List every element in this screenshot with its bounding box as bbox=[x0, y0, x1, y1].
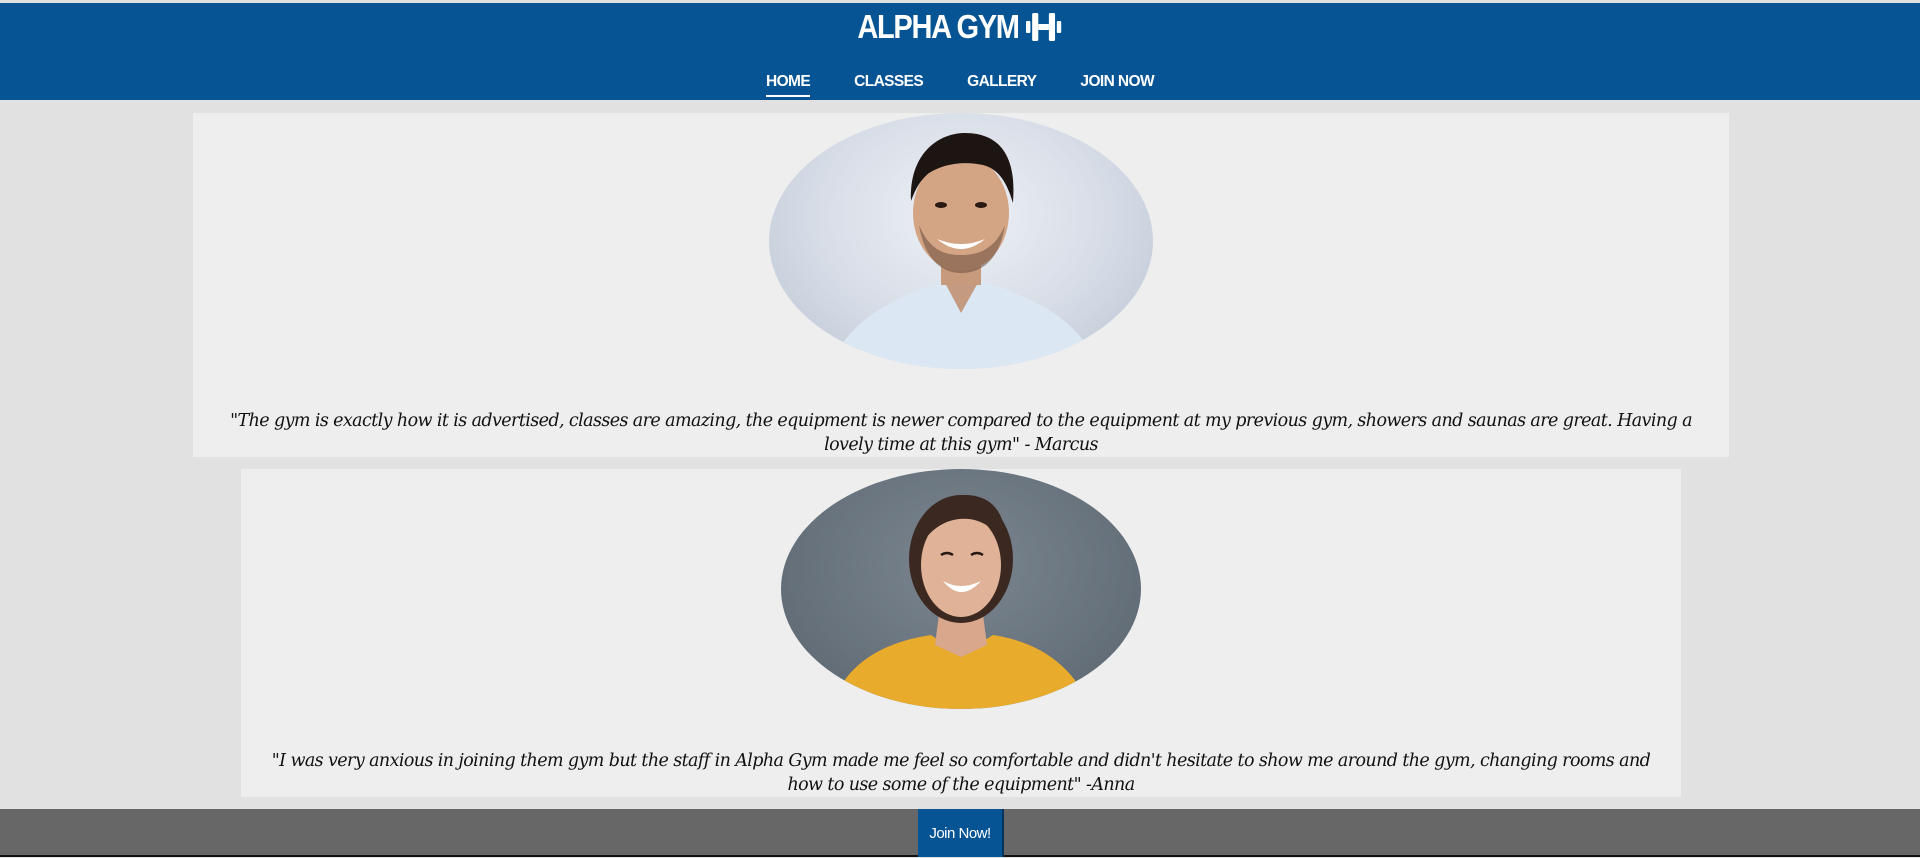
nav-join-now[interactable]: JOIN NOW bbox=[1080, 73, 1154, 97]
nav-home[interactable]: HOME bbox=[766, 73, 811, 97]
brand-logo[interactable]: ALPHA GYM bbox=[115, 8, 1805, 46]
testimonial-quote-anna: "I was very anxious in joining them gym … bbox=[271, 750, 1651, 795]
testimonial-photo-anna bbox=[781, 469, 1141, 709]
brand-title: ALPHA GYM bbox=[857, 8, 1020, 45]
testimonial-card-anna: "I was very anxious in joining them gym … bbox=[241, 469, 1681, 797]
join-now-button[interactable]: Join Now! bbox=[918, 809, 1004, 857]
testimonial-card-marcus: "The gym is exactly how it is advertised… bbox=[193, 113, 1729, 457]
nav-classes[interactable]: CLASSES bbox=[854, 73, 924, 97]
nav-gallery[interactable]: GALLERY bbox=[967, 73, 1037, 97]
main-nav: HOME CLASSES GALLERY JOIN NOW bbox=[0, 73, 1920, 97]
dumbbell-icon bbox=[1024, 10, 1063, 44]
testimonial-quote-marcus: "The gym is exactly how it is advertised… bbox=[230, 410, 1692, 455]
site-footer: Join Now! bbox=[0, 809, 1920, 857]
site-header: ALPHA GYM HOME CLASSES GALLERY JOIN NOW bbox=[0, 3, 1920, 100]
testimonial-photo-marcus bbox=[769, 113, 1153, 369]
